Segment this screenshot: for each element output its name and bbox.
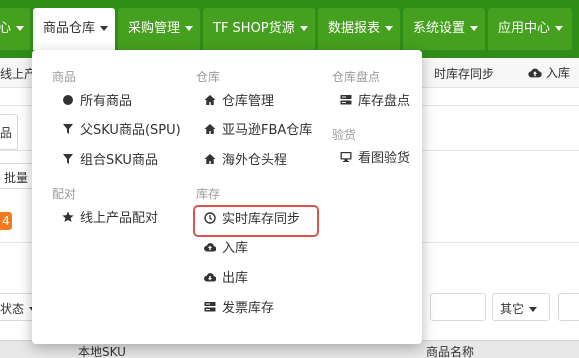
menu-heading-warehouse: 仓库 — [196, 70, 221, 84]
other-button-label: 其它 — [500, 300, 538, 317]
home-icon — [204, 94, 216, 106]
chevron-down-icon — [470, 26, 479, 31]
chevron-down-icon — [385, 26, 394, 31]
nav-tab-tf-shop[interactable]: TF SHOP货源 — [203, 8, 315, 50]
menu-item-invoice-stock[interactable]: 发票库存 — [204, 300, 274, 318]
nav-tab-reports[interactable]: 数据报表 — [318, 8, 400, 50]
menu-item-amazon-fba-warehouse[interactable]: 亚马逊FBA仓库 — [204, 122, 312, 140]
menu-heading-inspection: 验货 — [332, 128, 357, 142]
nav-tab-label: 商品仓库 — [43, 21, 96, 36]
filter-icon — [62, 153, 74, 165]
server-icon — [340, 94, 352, 106]
cloud-upload-icon — [528, 67, 542, 79]
chevron-down-icon — [299, 26, 308, 31]
star-icon — [62, 211, 74, 223]
inbound-label: 入库 — [545, 66, 570, 80]
menu-item-inbound[interactable]: 入库 — [204, 240, 248, 258]
menu-item-parent-sku[interactable]: 父SKU商品(SPU) — [62, 122, 181, 140]
nav-tab-label: 心 — [0, 21, 12, 36]
inbound-link[interactable]: 入库 — [528, 64, 570, 81]
monitor-icon — [340, 151, 352, 163]
clock-icon — [204, 212, 216, 224]
menu-item-outbound[interactable]: 出库 — [204, 270, 248, 288]
menu-heading-matching: 配对 — [52, 187, 77, 201]
stock-sync-link[interactable]: 时库存同步 — [434, 65, 494, 82]
product-tab-label: 品 — [0, 126, 13, 140]
nav-tab-home-center[interactable]: 心 — [0, 8, 30, 50]
chevron-down-icon — [16, 26, 25, 31]
menu-item-overseas-first-leg[interactable]: 海外仓头程 — [204, 152, 287, 170]
menu-item-online-product-matching[interactable]: 线上产品配对 — [62, 210, 158, 228]
filter-icon — [62, 123, 74, 135]
nav-tab-label: 采购管理 — [128, 21, 181, 36]
filter-dropdown-button[interactable] — [430, 293, 486, 321]
product-warehouse-menu: 商品 所有商品 父SKU商品(SPU) 组合SKU商品 配对 线上产品配对 仓库… — [32, 50, 422, 344]
menu-item-warehouse-management[interactable]: 仓库管理 — [204, 93, 274, 111]
nav-tab-label: 数据报表 — [328, 21, 381, 36]
nav-tab-purchasing[interactable]: 采购管理 — [118, 8, 200, 50]
menu-item-bundle-sku[interactable]: 组合SKU商品 — [62, 152, 158, 170]
chevron-down-icon — [100, 26, 109, 31]
menu-item-photo-inspection[interactable]: 看图验货 — [340, 150, 410, 168]
column-header-name: 商品名称 — [426, 345, 475, 358]
menu-heading-stocktake: 仓库盘点 — [332, 70, 381, 84]
server-icon — [204, 301, 216, 313]
nav-tab-app-center[interactable]: 应用中心 — [488, 8, 572, 50]
home-icon — [204, 153, 216, 165]
home-icon — [204, 123, 216, 135]
chevron-down-icon — [529, 307, 538, 312]
menu-item-realtime-stock-sync[interactable]: 实时库存同步 — [204, 211, 300, 229]
nav-tab-label: 系统设置 — [413, 21, 466, 36]
circle-icon — [62, 94, 74, 106]
menu-heading-inventory: 库存 — [196, 187, 221, 201]
batch-button-label: 批量 — [4, 171, 29, 185]
nav-tab-label: 应用中心 — [498, 21, 551, 36]
nav-tab-settings[interactable]: 系统设置 — [403, 8, 485, 50]
menu-item-all-products[interactable]: 所有商品 — [62, 93, 132, 111]
nav-tab-product-warehouse[interactable]: 商品仓库 — [33, 8, 115, 50]
cloud-download-icon — [204, 271, 216, 283]
toolbar-button[interactable] — [558, 293, 579, 321]
count-badge: 4 — [0, 212, 12, 230]
nav-tab-label: TF SHOP货源 — [213, 21, 295, 36]
chevron-down-icon — [555, 26, 564, 31]
cloud-upload-icon — [204, 241, 216, 253]
menu-item-inventory-count[interactable]: 库存盘点 — [340, 93, 410, 111]
column-header-sku: 本地SKU — [78, 345, 126, 358]
menu-heading-products: 商品 — [52, 70, 77, 84]
chevron-down-icon — [185, 26, 194, 31]
